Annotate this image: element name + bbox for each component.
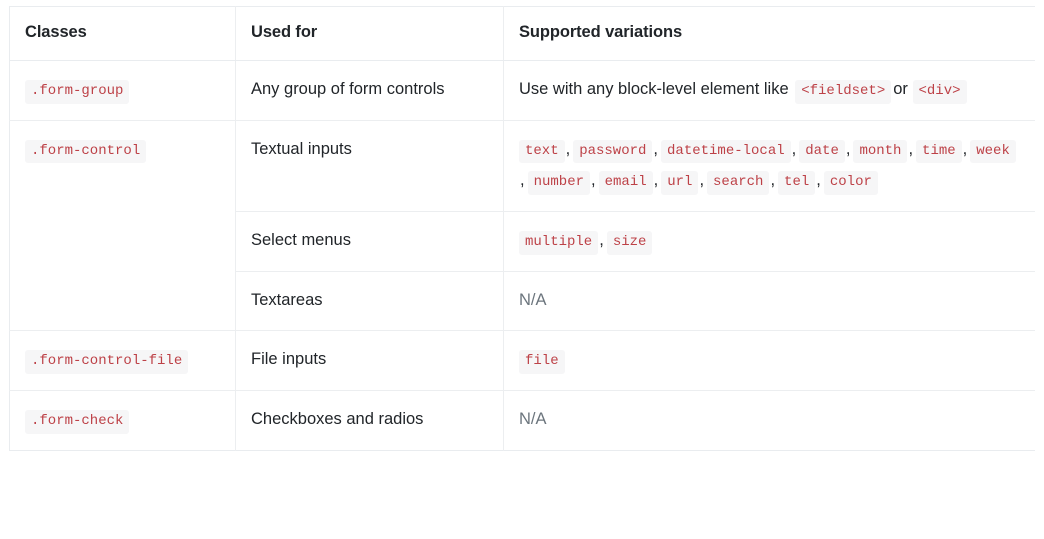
used-for-text: Select menus — [251, 231, 351, 250]
used-for-text: Any group of form controls — [251, 80, 445, 98]
cell-supported-variations: file — [503, 330, 1035, 391]
variations-list: file — [519, 350, 565, 374]
code-badge-class: .form-group — [25, 80, 130, 104]
cell-supported-variations: N/A — [503, 270, 1035, 331]
table-row: .form-check Checkboxes and radios N/A — [9, 390, 1035, 451]
cell-used-for: Select menus — [235, 211, 504, 272]
form-classes-table-container: Classes Used for Supported variations .f… — [9, 6, 1035, 533]
used-for-text: Checkboxes and radios — [251, 410, 424, 429]
cell-used-for: Any group of form controls — [235, 60, 504, 121]
used-for-text: File inputs — [251, 350, 327, 369]
code-badge-variation: color — [823, 171, 878, 195]
variations-separator: , — [770, 171, 776, 190]
cell-supported-variations: N/A — [503, 390, 1035, 451]
variations-separator: , — [520, 171, 525, 190]
variations-separator: , — [908, 139, 914, 158]
code-badge-variation: search — [707, 171, 770, 195]
cell-supported-variations: multiple, size — [503, 211, 1035, 272]
code-badge-variation: password — [573, 139, 653, 164]
column-header-classes: Classes — [9, 6, 236, 61]
code-badge-variation: url — [661, 171, 699, 195]
variations-separator: , — [816, 171, 821, 190]
variations-na-text: N/A — [519, 290, 547, 309]
code-badge-variation: size — [606, 231, 653, 255]
code-badge-variation: file — [519, 350, 565, 374]
variations-separator: , — [962, 139, 968, 158]
cell-supported-variations: Use with any block-level element like <f… — [503, 60, 1035, 121]
code-badge-variation: time — [916, 139, 962, 164]
variations-na-text: N/A — [519, 410, 547, 429]
table-body: .form-group Any group of form controls U… — [9, 60, 1035, 451]
variations-separator: , — [599, 231, 604, 250]
variations-list: text, password, datetime-local, date, month,… — [519, 139, 1016, 195]
used-for-text: Textual inputs — [251, 139, 352, 158]
cell-used-for: Textareas — [235, 270, 504, 331]
code-badge-variation: week — [970, 139, 1016, 164]
code-badge-variation: multiple — [519, 231, 599, 255]
table-head: Classes Used for Supported variations — [9, 6, 1035, 61]
code-badge-variation: number — [527, 171, 591, 195]
variations-separator: , — [845, 139, 851, 158]
code-badge-variation: text — [519, 139, 565, 164]
cell-supported-variations: text, password, datetime-local, date, month,… — [503, 119, 1035, 212]
code-badge-variation: <div> — [912, 80, 967, 104]
variations-separator: , — [791, 139, 797, 158]
form-classes-table: Classes Used for Supported variations .f… — [9, 6, 1035, 451]
cell-class-name: .form-control — [9, 119, 236, 331]
cell-class-name: .form-check — [9, 390, 236, 451]
variations-separator: , — [565, 139, 571, 158]
variations-separator: , — [591, 171, 596, 190]
cell-used-for: Textual inputs — [235, 119, 504, 212]
variations-lead-text: Use with any block-level element like — [519, 80, 789, 98]
table-header-row: Classes Used for Supported variations — [9, 6, 1035, 61]
code-badge-class: .form-control — [25, 139, 147, 164]
variations-joiner: or — [893, 80, 908, 98]
code-badge-variation: datetime-local — [661, 139, 791, 164]
variations-separator: , — [699, 171, 705, 190]
column-header-used-for: Used for — [235, 6, 504, 61]
table-row: .form-group Any group of form controls U… — [9, 60, 1035, 121]
code-badge-variation: <fieldset> — [795, 80, 892, 104]
used-for-text: Textareas — [251, 290, 323, 309]
code-badge-class: .form-control-file — [25, 350, 189, 374]
cell-used-for: Checkboxes and radios — [235, 390, 504, 451]
table-row: .form-control-file File inputs file — [9, 330, 1035, 391]
variations-separator: , — [653, 139, 659, 158]
table-row: .form-control Textual inputs text, passwo… — [9, 119, 1035, 331]
cell-class-name: .form-control-file — [9, 330, 236, 391]
code-badge-class: .form-check — [25, 410, 130, 434]
column-header-supported-variations: Supported variations — [503, 6, 1035, 61]
variations-list: multiple, size — [519, 231, 653, 255]
code-badge-variation: email — [598, 171, 653, 195]
variations-separator: , — [653, 171, 659, 190]
variations-list: Use with any block-level element like <f… — [519, 80, 967, 104]
cell-class-name: .form-group — [9, 60, 236, 121]
code-badge-variation: tel — [778, 171, 816, 195]
cell-used-for: File inputs — [235, 330, 504, 391]
code-badge-variation: date — [799, 139, 845, 164]
code-badge-variation: month — [853, 139, 908, 164]
